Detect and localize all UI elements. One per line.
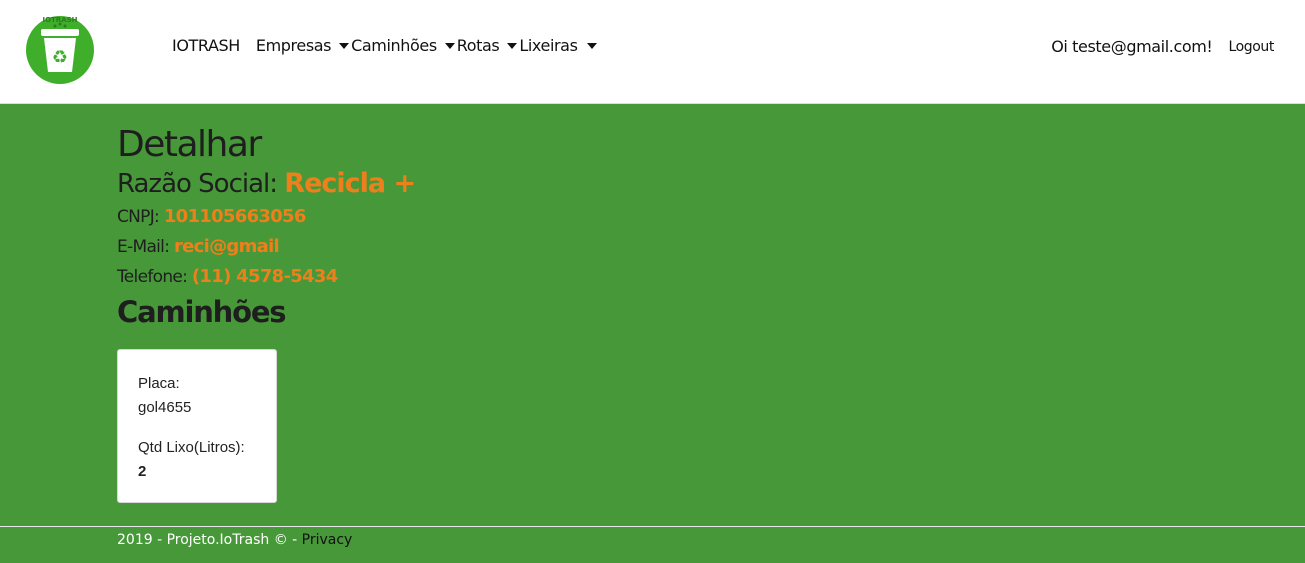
qtd-value: 2 <box>138 463 147 480</box>
footer: 2019 - Projeto.IoTrash © - Privacy <box>0 526 1305 563</box>
page-title: Detalhar <box>117 124 262 165</box>
placa-value: gol4655 <box>138 399 192 416</box>
nav-brand[interactable]: IOTRASH <box>172 36 240 55</box>
email-value: reci@gmail <box>173 236 280 257</box>
caret-down-icon <box>444 42 455 49</box>
privacy-link[interactable]: Privacy <box>302 532 353 548</box>
nav-menu-empresas[interactable]: Empresas <box>256 36 351 55</box>
details-content: Detalhar Razão Social: Recicla + CNPJ: 1… <box>117 122 416 332</box>
user-greeting[interactable]: Oi teste@gmail.com! <box>1051 37 1213 56</box>
nav-user-area: Oi teste@gmail.com! Logout <box>1051 37 1274 56</box>
placa-label: Placa: <box>138 375 180 392</box>
footer-copyright: 2019 - Projeto.IoTrash © - <box>117 532 302 548</box>
footer-text: 2019 - Projeto.IoTrash © - Privacy <box>117 532 352 548</box>
truck-card[interactable]: Placa: gol4655 Qtd Lixo(Litros): 2 <box>117 349 277 503</box>
nav-menu-lixeiras-label: Lixeiras <box>519 36 578 55</box>
placa-block: Placa: gol4655 <box>138 372 256 420</box>
telefone-value: (11) 4578-5434 <box>191 266 338 287</box>
cnpj-label: CNPJ: <box>117 207 160 227</box>
nav-menu-rotas[interactable]: Rotas <box>457 36 520 55</box>
razao-social-value: Recicla + <box>284 168 416 199</box>
nav-menu-empresas-label: Empresas <box>255 36 332 55</box>
nav-menu-lixeiras[interactable]: Lixeiras <box>519 36 598 55</box>
recycle-icon: ♻ <box>52 47 68 68</box>
cnpj-value: 101105663056 <box>163 206 307 227</box>
navbar: IOTRASH ♻ IOTRASH Empresas Caminhões Rot… <box>0 0 1305 104</box>
caret-down-icon <box>586 42 597 49</box>
qtd-label: Qtd Lixo(Litros): <box>138 439 245 456</box>
qtd-block: Qtd Lixo(Litros): 2 <box>138 436 256 484</box>
telefone-row: Telefone: (11) 4578-5434 <box>117 262 415 292</box>
nav-links: IOTRASH Empresas Caminhões Rotas Lixeira… <box>172 36 599 55</box>
telefone-label: Telefone: <box>117 267 188 287</box>
logout-button[interactable]: Logout <box>1228 39 1274 55</box>
cnpj-row: CNPJ: 101105663056 <box>117 202 415 232</box>
email-row: E-Mail: reci@gmail <box>117 232 415 262</box>
section-title-caminhoes: Caminhões <box>117 295 287 329</box>
caret-down-icon <box>339 42 350 49</box>
nav-menu-caminhoes-label: Caminhões <box>351 36 437 55</box>
razao-social-label: Razão Social: <box>117 169 278 199</box>
email-label: E-Mail: <box>117 237 170 257</box>
razao-social-row: Razão Social: Recicla + <box>117 166 416 202</box>
nav-menu-caminhoes[interactable]: Caminhões <box>351 36 457 55</box>
iotrash-logo[interactable]: IOTRASH ♻ <box>24 12 96 84</box>
caret-down-icon <box>507 42 518 49</box>
nav-menu-rotas-label: Rotas <box>456 36 500 55</box>
